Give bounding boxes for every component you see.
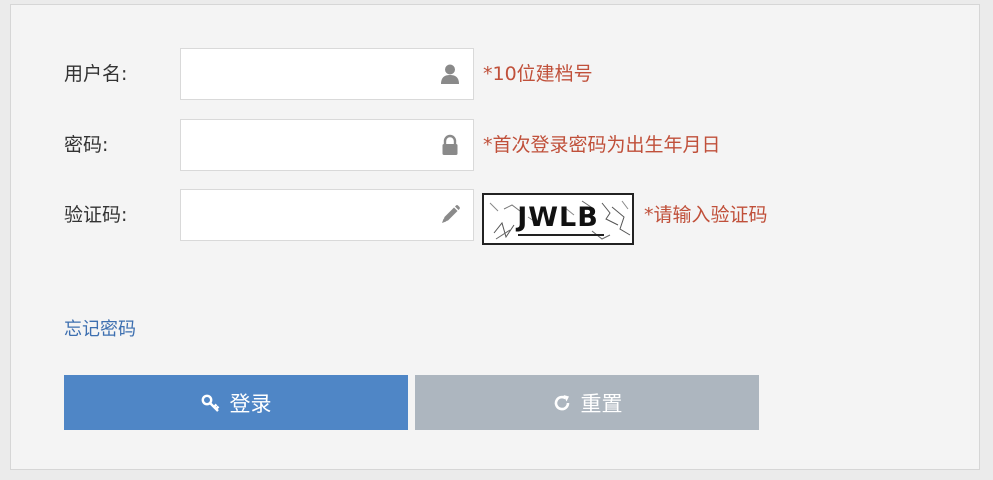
captcha-hint: *请输入验证码 (644, 204, 768, 226)
refresh-icon (552, 393, 572, 413)
captcha-field[interactable] (180, 189, 474, 241)
username-hint: *10位建档号 (483, 63, 593, 85)
reset-button[interactable]: 重置 (415, 375, 759, 430)
captcha-label: 验证码: (64, 204, 128, 226)
username-label: 用户名: (64, 63, 128, 85)
reset-button-label: 重置 (580, 391, 623, 416)
captcha-row: 验证码: JWLB *请输入验证码 (11, 189, 979, 245)
key-icon (201, 393, 221, 413)
username-input[interactable] (181, 49, 441, 97)
forgot-password-link[interactable]: 忘记密码 (64, 315, 136, 341)
captcha-image[interactable]: JWLB (482, 193, 634, 245)
username-row: 用户名: *10位建档号 (11, 48, 979, 100)
login-button-label: 登录 (229, 391, 272, 416)
captcha-text: JWLB (517, 202, 599, 233)
login-panel: 用户名: *10位建档号 密码: *首次登录密码为出生年月日 验证码: JWLB… (10, 4, 980, 470)
password-row: 密码: *首次登录密码为出生年月日 (11, 119, 979, 171)
lock-icon (439, 134, 461, 156)
password-input[interactable] (181, 120, 441, 168)
password-label: 密码: (64, 134, 109, 156)
password-field[interactable] (180, 119, 474, 171)
login-button[interactable]: 登录 (64, 375, 408, 430)
captcha-input[interactable] (181, 190, 441, 238)
password-hint: *首次登录密码为出生年月日 (483, 134, 721, 156)
pencil-icon (439, 204, 461, 226)
user-icon (439, 63, 461, 85)
username-field[interactable] (180, 48, 474, 100)
